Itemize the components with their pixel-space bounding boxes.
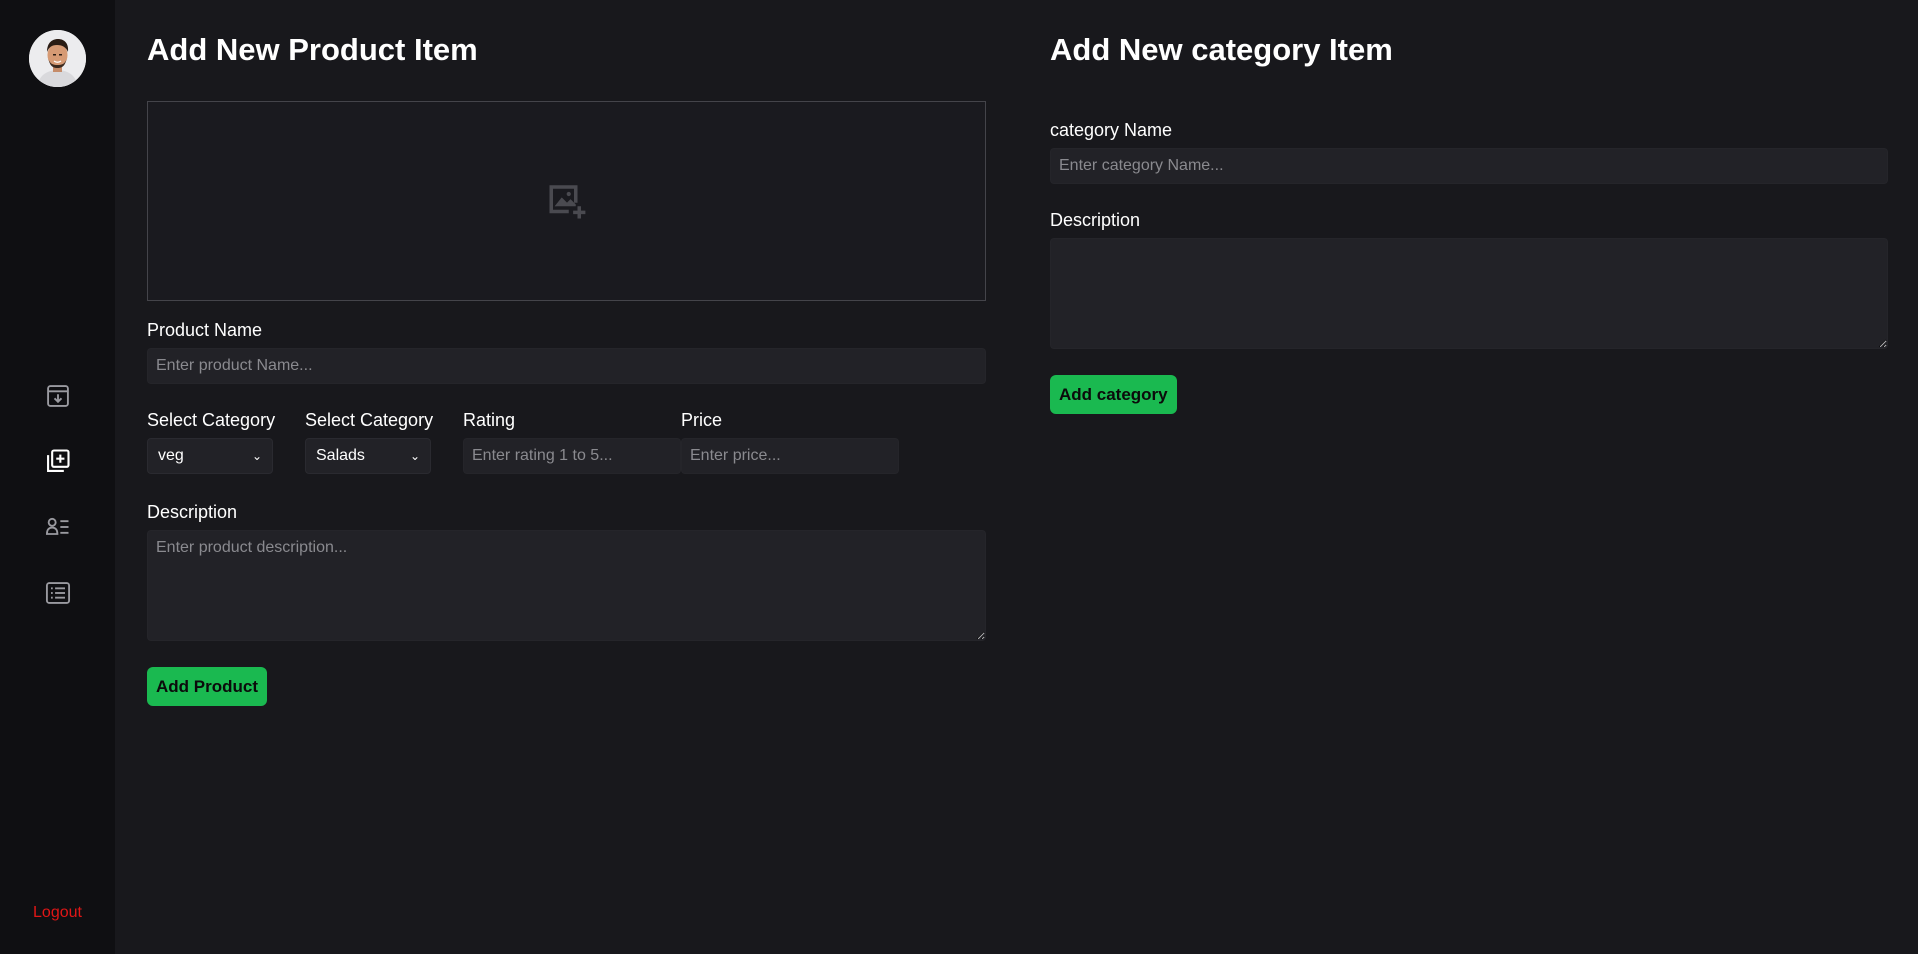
add-box-icon[interactable] bbox=[42, 445, 73, 476]
logout-link[interactable]: Logout bbox=[0, 904, 115, 922]
chevron-down-icon: ⌄ bbox=[409, 449, 420, 463]
price-input[interactable] bbox=[681, 438, 899, 474]
avatar[interactable] bbox=[29, 30, 86, 87]
category-form-title: Add New category Item bbox=[1050, 32, 1393, 67]
product-description-input[interactable] bbox=[147, 530, 986, 641]
category-select-label-2: Select Category bbox=[305, 410, 434, 430]
add-product-button[interactable]: Add Product bbox=[147, 667, 267, 706]
product-description-label: Description bbox=[147, 502, 238, 522]
archive-download-icon[interactable] bbox=[42, 380, 73, 411]
category-select-2-value: Salads bbox=[316, 447, 365, 464]
product-form-title: Add New Product Item bbox=[147, 32, 478, 67]
chevron-down-icon: ⌄ bbox=[251, 449, 262, 463]
image-upload-area[interactable] bbox=[147, 101, 986, 301]
price-label: Price bbox=[681, 410, 723, 430]
category-name-input[interactable] bbox=[1050, 148, 1888, 184]
category-select-label-1: Select Category bbox=[147, 410, 276, 430]
add-category-button[interactable]: Add category bbox=[1050, 375, 1177, 414]
avatar-image bbox=[29, 30, 86, 87]
category-select-2[interactable]: Salads ⌄ bbox=[305, 438, 431, 474]
category-name-label: category Name bbox=[1050, 120, 1173, 140]
user-list-icon[interactable] bbox=[42, 511, 73, 542]
list-icon[interactable] bbox=[42, 577, 73, 608]
app-root: Logout Add New Product Item Product Name… bbox=[0, 0, 1918, 954]
category-description-label: Description bbox=[1050, 210, 1141, 230]
product-name-label: Product Name bbox=[147, 320, 263, 340]
category-select-1-value: veg bbox=[158, 447, 184, 464]
rating-input[interactable] bbox=[463, 438, 681, 474]
category-select-1[interactable]: veg ⌄ bbox=[147, 438, 273, 474]
product-name-input[interactable] bbox=[147, 348, 986, 384]
sidebar: Logout bbox=[0, 0, 115, 954]
add-image-icon bbox=[549, 185, 585, 219]
category-description-input[interactable] bbox=[1050, 238, 1888, 349]
rating-label: Rating bbox=[463, 410, 516, 430]
